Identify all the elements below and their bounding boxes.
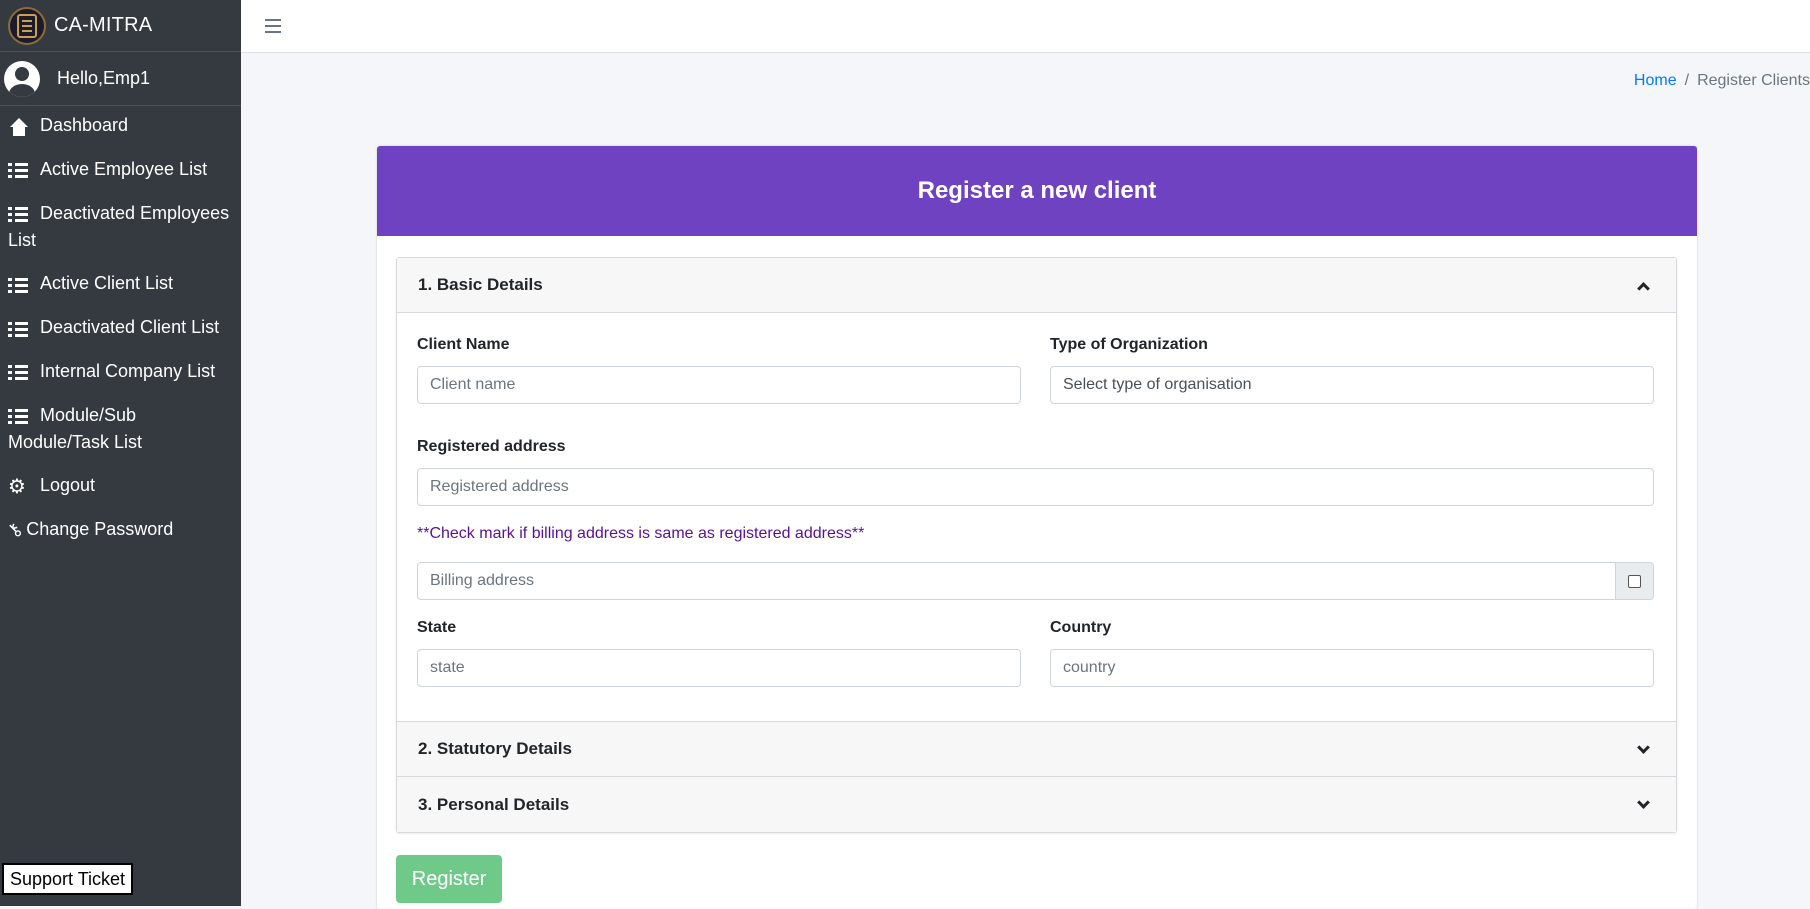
- sidebar-item-label: Active Employee List: [40, 158, 208, 179]
- registered-address-label: Registered address: [417, 438, 566, 455]
- sidebar: CA-MITRA Hello,Emp1 Dashboard Active Emp…: [0, 0, 241, 906]
- sidebar-item-deactivated-client-list[interactable]: Deactivated Client List: [0, 306, 241, 350]
- state-input[interactable]: state: [417, 649, 1021, 687]
- list-icon: [8, 365, 28, 380]
- org-type-select[interactable]: Select type of organisation: [1050, 366, 1654, 404]
- breadcrumb: Home / Register Clients: [1634, 72, 1810, 90]
- sidebar-item-dashboard[interactable]: Dashboard: [0, 106, 241, 148]
- sidebar-item-label: Active Client List: [40, 273, 174, 294]
- list-icon: [8, 207, 28, 222]
- support-ticket-button[interactable]: Support Ticket: [2, 863, 134, 895]
- sidebar-item-logout[interactable]: ⚙ Logout: [0, 464, 241, 508]
- register-client-card: Register a new client 1. Basic Details C…: [377, 146, 1697, 909]
- list-icon: [8, 409, 28, 424]
- register-button[interactable]: Register: [396, 855, 502, 903]
- billing-same-checkbox-addon: [1615, 562, 1654, 600]
- breadcrumb-current: Register Clients: [1697, 72, 1810, 89]
- brand-logo-icon: [8, 6, 46, 45]
- client-name-label: Client Name: [417, 336, 510, 353]
- sidebar-item-module-task-list[interactable]: Module/Sub Module/Task List: [0, 394, 241, 465]
- section-title: 3. Personal Details: [418, 794, 570, 814]
- top-navbar: [241, 0, 1810, 53]
- chevron-up-icon: [1637, 281, 1650, 295]
- sidebar-item-label: Change Password: [26, 519, 174, 539]
- user-panel: Hello,Emp1: [0, 52, 241, 106]
- sidebar-item-deactivated-employees-list[interactable]: Deactivated Employees List: [0, 192, 241, 263]
- sidebar-item-internal-company-list[interactable]: Internal Company List: [0, 350, 241, 394]
- user-avatar-icon: [4, 60, 40, 97]
- section-title: 2. Statutory Details: [418, 739, 572, 758]
- country-input[interactable]: country: [1050, 649, 1654, 687]
- breadcrumb-separator: /: [1684, 72, 1690, 89]
- sidebar-item-label: Logout: [40, 475, 96, 496]
- sidebar-item-label: Deactivated Employees List: [8, 202, 230, 251]
- key-icon: ⚷: [2, 518, 27, 542]
- sidebar-item-label: Deactivated Client List: [40, 317, 220, 337]
- section-personal-details-header[interactable]: 3. Personal Details: [397, 777, 1676, 832]
- sidebar-nav: Dashboard Active Employee List Deactivat…: [0, 106, 241, 551]
- brand-link[interactable]: CA-MITRA: [0, 0, 241, 52]
- state-label: State: [417, 619, 457, 636]
- sidebar-item-label: Internal Company List: [40, 360, 216, 381]
- client-form-accordion: 1. Basic Details Client Name Client name…: [396, 257, 1677, 833]
- org-type-label: Type of Organization: [1050, 336, 1208, 353]
- section-basic-details-body: Client Name Client name Type of Organiza…: [397, 313, 1676, 722]
- brand-title: CA-MITRA: [54, 14, 153, 36]
- chevron-down-icon: [1637, 740, 1650, 754]
- client-name-input[interactable]: Client name: [417, 366, 1021, 404]
- section-statutory-details-header[interactable]: 2. Statutory Details: [397, 722, 1676, 777]
- breadcrumb-home-link[interactable]: Home: [1634, 72, 1677, 89]
- user-greeting: Hello,Emp1: [57, 68, 151, 88]
- list-icon: [8, 321, 28, 337]
- gear-icon: ⚙: [8, 476, 26, 499]
- billing-same-checkbox[interactable]: [1628, 574, 1641, 588]
- sidebar-item-active-client-list[interactable]: Active Client List: [0, 262, 241, 306]
- menu-toggle-icon[interactable]: [265, 19, 281, 33]
- card-title: Register a new client: [377, 146, 1697, 236]
- country-label: Country: [1050, 619, 1112, 636]
- sidebar-item-label: Dashboard: [40, 115, 129, 135]
- chevron-down-icon: [1637, 796, 1650, 809]
- list-icon: [8, 163, 28, 178]
- section-basic-details-header[interactable]: 1. Basic Details: [397, 258, 1676, 313]
- list-icon: [8, 277, 28, 293]
- registered-address-input[interactable]: Registered address: [417, 468, 1654, 506]
- sidebar-item-change-password[interactable]: ⚷ Change Password: [0, 508, 241, 551]
- sidebar-item-active-employee-list[interactable]: Active Employee List: [0, 148, 241, 192]
- section-title: 1. Basic Details: [418, 275, 543, 294]
- billing-address-input[interactable]: Billing address: [417, 562, 1616, 600]
- home-icon: [8, 118, 30, 136]
- billing-same-hint: **Check mark if billing address is same …: [417, 525, 865, 542]
